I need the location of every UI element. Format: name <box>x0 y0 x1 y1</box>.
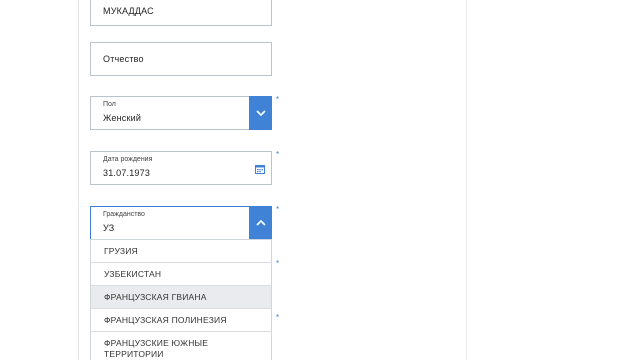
citizenship-dropdown-button[interactable] <box>249 206 272 240</box>
citizenship-select[interactable]: Гражданство УЗ <box>90 206 250 240</box>
page: МУКАДДАС Отчество Пол Женский * Дата рож… <box>0 0 640 360</box>
required-marker: * <box>276 313 280 322</box>
first-name-field[interactable]: МУКАДДАС <box>90 0 272 26</box>
gender-dropdown-button[interactable] <box>249 96 272 130</box>
calendar-icon[interactable] <box>255 164 265 174</box>
required-marker: * <box>276 150 280 159</box>
first-name-value: МУКАДДАС <box>103 6 154 16</box>
gender-select[interactable]: Пол Женский <box>90 96 250 130</box>
citizenship-input-value[interactable]: УЗ <box>103 223 114 233</box>
birth-date-label: Дата рождения <box>103 156 153 163</box>
option-label: ФРАНЦУЗСКАЯ ПОЛИНЕЗИЯ <box>104 315 227 325</box>
citizenship-options-list: ГРУЗИЯ УЗБЕКИСТАН ФРАНЦУЗСКАЯ ГВИАНА ФРА… <box>90 239 272 360</box>
gender-label: Пол <box>103 101 116 108</box>
gender-value: Женский <box>103 113 142 123</box>
left-divider <box>78 0 79 360</box>
option-label: ГРУЗИЯ <box>104 246 138 256</box>
chevron-down-icon <box>255 110 266 116</box>
required-marker: * <box>276 95 280 104</box>
option-label: УЗБЕКИСТАН <box>104 269 162 279</box>
option-label: ФРАНЦУЗСКИЕ ЮЖНЫЕ ТЕРРИТОРИИ <box>104 338 209 359</box>
citizenship-option[interactable]: ФРАНЦУЗСКАЯ ПОЛИНЕЗИЯ <box>91 309 271 332</box>
right-divider <box>466 0 467 360</box>
citizenship-option-highlighted[interactable]: ФРАНЦУЗСКАЯ ГВИАНА <box>91 286 271 309</box>
citizenship-option[interactable]: ФРАНЦУЗСКИЕ ЮЖНЫЕ ТЕРРИТОРИИ <box>91 332 271 360</box>
option-label: ФРАНЦУЗСКАЯ ГВИАНА <box>104 292 207 302</box>
chevron-up-icon <box>255 220 266 226</box>
citizenship-option[interactable]: ГРУЗИЯ <box>91 240 271 263</box>
patronymic-field[interactable]: Отчество <box>90 42 272 76</box>
citizenship-option[interactable]: УЗБЕКИСТАН <box>91 263 271 286</box>
citizenship-label: Гражданство <box>103 211 145 218</box>
birth-date-field[interactable]: Дата рождения 31.07.1973 <box>90 151 272 185</box>
required-marker: * <box>276 259 280 268</box>
birth-date-value: 31.07.1973 <box>103 168 151 178</box>
patronymic-placeholder: Отчество <box>103 54 144 64</box>
required-marker: * <box>276 205 280 214</box>
